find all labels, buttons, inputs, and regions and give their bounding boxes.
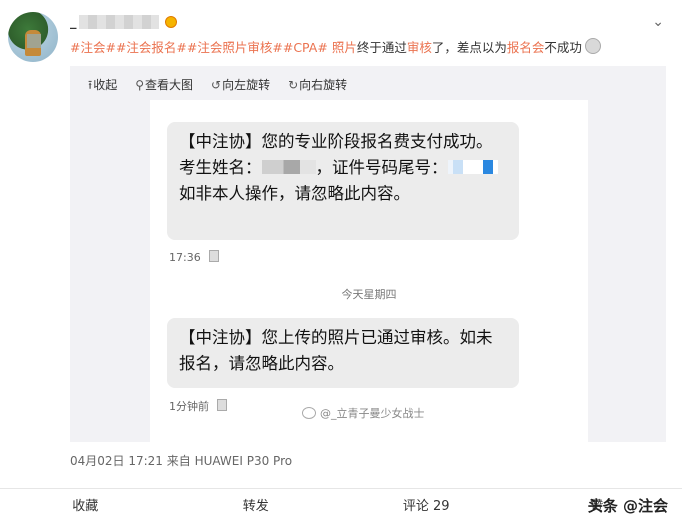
sms-bubble: 【中注协】您上传的照片已通过审核。如未报名，请忽略此内容。: [167, 318, 519, 388]
image-toolbar: ⭱收起 ⚲查看大图 ↺向左旋转 ↻向右旋转: [88, 76, 347, 97]
collapse-icon: ⭱: [88, 78, 93, 92]
hashtag[interactable]: #CPA#: [283, 40, 328, 55]
hashtag[interactable]: #注会照片审核#: [187, 40, 283, 55]
collapse-label: 收起: [93, 78, 118, 92]
favorite-button[interactable]: 收藏: [0, 489, 171, 529]
hashtag[interactable]: #注会#: [70, 40, 116, 55]
post-text-fragment: 了，差点以为: [431, 40, 507, 55]
rotate-right-button[interactable]: ↻向右旋转: [288, 76, 347, 97]
sms-time: 1分钟前: [169, 400, 209, 413]
username[interactable]: _: [70, 13, 177, 31]
avatar[interactable]: [8, 12, 58, 62]
comment-button[interactable]: 评论 29: [341, 489, 512, 529]
rotate-left-label: 向左旋转: [222, 78, 271, 92]
keyword-link[interactable]: 审核: [407, 40, 432, 55]
image-viewer: ⭱收起 ⚲查看大图 ↺向左旋转 ↻向右旋转 【中注协】您的专业阶段报名费支付成功…: [70, 66, 666, 442]
chevron-down-icon[interactable]: ⌄: [652, 14, 664, 30]
keyword-link[interactable]: 报名会: [507, 40, 545, 55]
keyword-link[interactable]: 照片: [332, 40, 357, 55]
screenshot-image[interactable]: 【中注协】您的专业阶段报名费支付成功。考生姓名： ，证件号码尾号： 如非本人操作，…: [150, 100, 588, 442]
sim-card-icon: [208, 250, 219, 262]
post-text-fragment: 不成功: [544, 40, 582, 55]
redacted-id: [447, 160, 498, 174]
action-bar: 收藏 转发 评论 29 赞: [0, 489, 682, 529]
rotate-left-icon: ↺: [211, 78, 222, 92]
rotate-right-icon: ↻: [288, 78, 299, 92]
avatar-blur: [27, 34, 41, 48]
hashtag[interactable]: #注会报名#: [116, 40, 187, 55]
user-badge-icon: [164, 16, 177, 28]
sms-text: ，证件号码尾号：: [315, 158, 448, 177]
rotate-right-label: 向右旋转: [299, 78, 348, 92]
sms-bubble: 【中注协】您的专业阶段报名费支付成功。考生姓名： ，证件号码尾号： 如非本人操作，…: [167, 122, 519, 240]
day-separator: 今天星期四: [341, 288, 397, 301]
sms-time: 17:36: [169, 251, 201, 264]
sms-text: 【中注协】您上传的照片已通过审核。如未报名，请忽略此内容。: [179, 328, 493, 373]
rotate-left-button[interactable]: ↺向左旋转: [211, 76, 270, 97]
username-prefix: _: [70, 14, 77, 30]
sms-meta: 17:36: [169, 250, 219, 264]
emoji-icon: [584, 38, 601, 54]
post-text-fragment: 终于通过: [356, 40, 407, 55]
collapse-button[interactable]: ⭱收起: [88, 76, 117, 97]
redacted-name: [261, 160, 316, 174]
username-mosaic: [78, 15, 159, 29]
post-text: #注会##注会报名##注会照片审核##CPA# 照片终于通过审核了，差点以为报名…: [70, 38, 601, 57]
sms-meta: 1分钟前: [169, 398, 227, 414]
watermark: @_立青子曼少女战士: [302, 405, 425, 421]
post-meta: 04月02日 17:21 来自 HUAWEI P30 Pro: [70, 454, 293, 468]
sim-card-icon: [217, 399, 227, 411]
weibo-logo-icon: [302, 407, 316, 419]
magnifier-icon: ⚲: [135, 78, 145, 92]
source-credit: 头条 @注会: [587, 497, 668, 515]
view-large-label: 查看大图: [145, 78, 194, 92]
watermark-text: @_立青子曼少女战士: [320, 407, 425, 420]
repost-button[interactable]: 转发: [171, 489, 342, 529]
sms-text: 如非本人操作，请忽略此内容。: [179, 184, 410, 203]
view-large-button[interactable]: ⚲查看大图: [135, 76, 193, 97]
